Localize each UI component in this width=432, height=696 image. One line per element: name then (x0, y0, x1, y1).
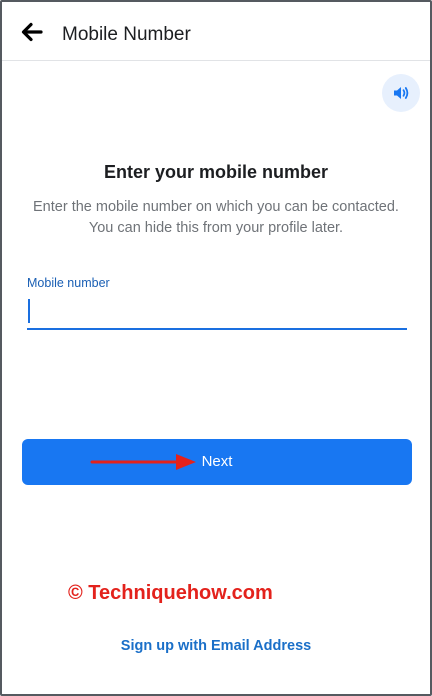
mobile-number-field[interactable]: Mobile number (27, 275, 407, 331)
watermark: © Techniquehow.com (68, 582, 273, 604)
audio-button[interactable] (382, 74, 420, 112)
mobile-number-label: Mobile number (27, 276, 110, 290)
email-signup-link[interactable]: Sign up with Email Address (0, 637, 432, 655)
page-title: Mobile Number (62, 24, 191, 45)
annotation-arrow-icon (90, 451, 198, 478)
text-cursor (28, 299, 30, 323)
next-button-label: Next (201, 453, 233, 470)
next-button[interactable]: Next (22, 439, 412, 485)
top-app-bar: Mobile Number (2, 2, 430, 61)
mobile-number-input[interactable] (27, 297, 407, 329)
screen-description: Enter the mobile number on which you can… (33, 199, 399, 236)
field-underline (27, 328, 407, 330)
arrow-left-icon (18, 16, 46, 48)
back-button[interactable] (18, 16, 46, 48)
screen-heading: Enter your mobile number (103, 162, 329, 182)
